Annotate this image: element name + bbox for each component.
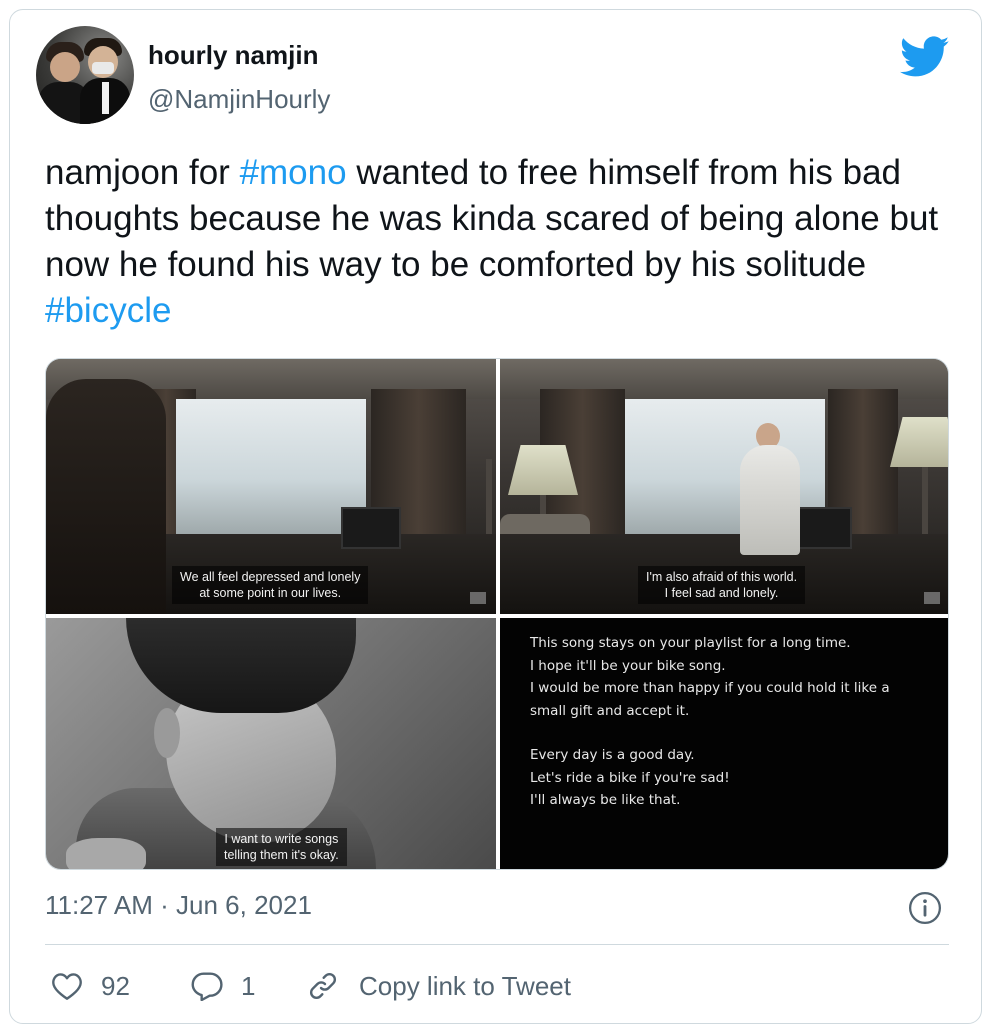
- divider: [45, 944, 949, 945]
- subtitle-line: I feel sad and lonely.: [664, 586, 779, 600]
- quote-line: Let's ride a bike if you're sad!: [530, 769, 730, 786]
- author-display-name[interactable]: hourly namjin: [148, 40, 318, 71]
- quote-line: I'll always be like that.: [530, 792, 681, 808]
- quote-line: I would be more than happy if you could …: [530, 680, 890, 696]
- subtitle-line: I'm also afraid of this world.: [646, 570, 798, 584]
- media-grid: We all feel depressed and lonely at some…: [45, 358, 949, 870]
- copy-link-label: Copy link to Tweet: [359, 970, 571, 1001]
- subtitle-line: telling them it's okay.: [224, 848, 339, 862]
- media-image-1[interactable]: We all feel depressed and lonely at some…: [46, 359, 496, 614]
- media-image-3[interactable]: I want to write songs telling them it's …: [46, 618, 496, 869]
- copy-link-button[interactable]: Copy link to Tweet: [307, 964, 571, 1008]
- subtitle-caption: We all feel depressed and lonely at some…: [172, 566, 369, 604]
- tweet-timestamp[interactable]: 11:27 AM · Jun 6, 2021: [45, 890, 312, 921]
- like-count: 92: [101, 970, 130, 1001]
- like-button[interactable]: 92: [51, 964, 130, 1008]
- hashtag-bicycle-link[interactable]: #bicycle: [45, 291, 171, 330]
- action-bar: 92 1 Copy link to Tweet: [45, 964, 949, 1008]
- heart-icon: [52, 973, 82, 1000]
- media-image-2[interactable]: I'm also afraid of this world. I feel sa…: [500, 359, 948, 614]
- media-image-4[interactable]: This song stays on your playlist for a l…: [500, 618, 948, 869]
- twitter-bird-icon[interactable]: [900, 36, 950, 78]
- subtitle-caption: I want to write songs telling them it's …: [216, 828, 347, 866]
- info-icon[interactable]: [908, 891, 942, 925]
- tweet-text: namjoon for #mono wanted to free himself…: [45, 150, 945, 334]
- quote-line: small gift and accept it.: [530, 702, 690, 719]
- subtitle-line: We all feel depressed and lonely: [180, 570, 361, 584]
- subtitle-line: at some point in our lives.: [199, 586, 342, 600]
- author-handle[interactable]: @NamjinHourly: [148, 84, 330, 115]
- subtitle-caption: I'm also afraid of this world. I feel sa…: [638, 566, 806, 604]
- quote-line: I hope it'll be your bike song.: [530, 657, 726, 674]
- avatar[interactable]: [36, 26, 134, 124]
- subtitle-line: I want to write songs: [224, 832, 339, 846]
- tweet-text-part: namjoon for: [45, 153, 240, 192]
- hashtag-mono-link[interactable]: #mono: [240, 153, 347, 192]
- letter-quote: This song stays on your playlist for a l…: [530, 632, 930, 812]
- link-icon: [309, 972, 337, 1000]
- reply-count: 1: [241, 970, 256, 1001]
- quote-line: This song stays on your playlist for a l…: [530, 635, 851, 651]
- quote-line: Every day is a good day.: [530, 747, 695, 763]
- reply-bubble-icon: [191, 972, 223, 1001]
- reply-button[interactable]: 1: [191, 964, 255, 1008]
